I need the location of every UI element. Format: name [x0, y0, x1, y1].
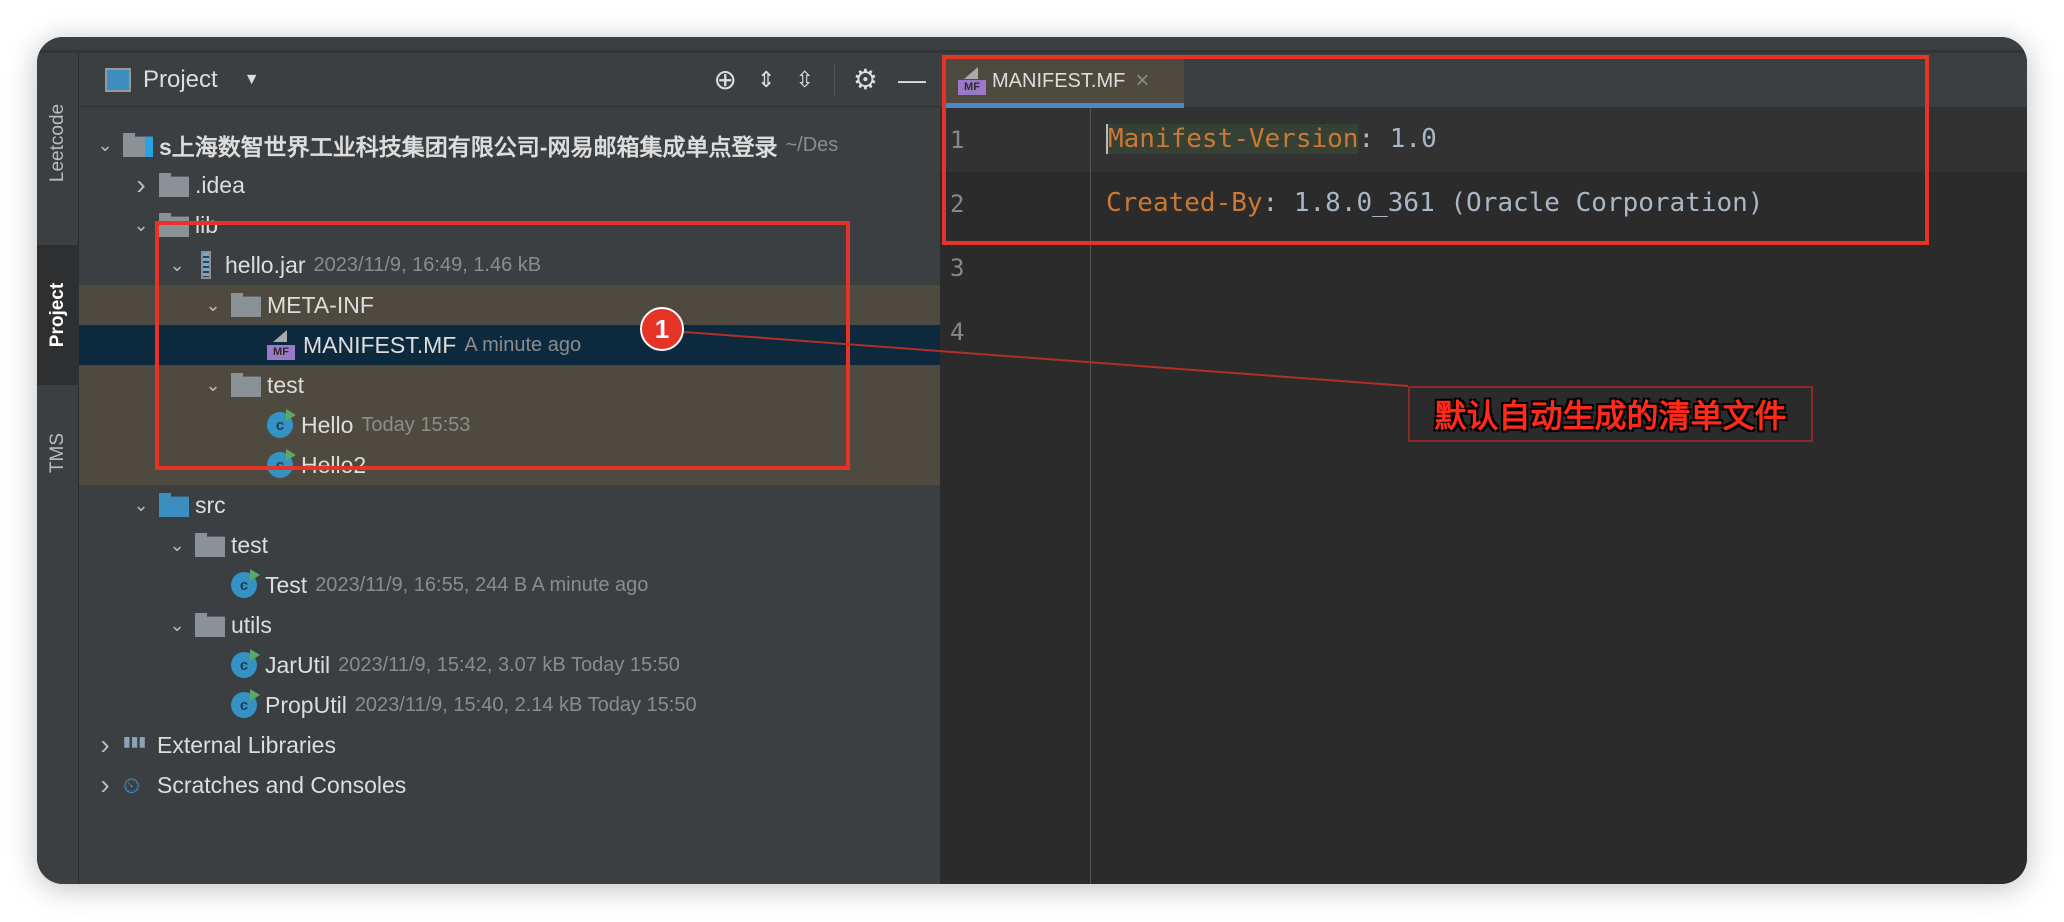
annotation-badge: 1 — [640, 307, 684, 351]
annotation-connector — [683, 331, 1409, 387]
annotation-label: 默认自动生成的清单文件 — [1408, 386, 1813, 442]
